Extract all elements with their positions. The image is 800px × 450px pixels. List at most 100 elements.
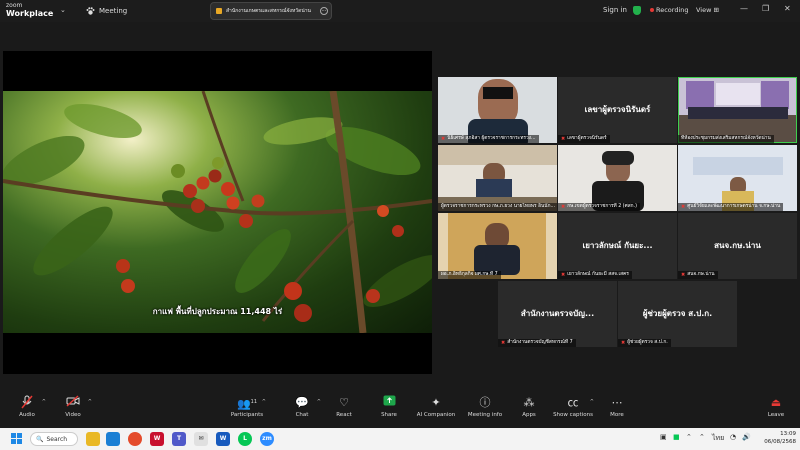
react-button[interactable]: ♡ React — [323, 395, 365, 418]
mic-muted-icon: ✖ — [501, 340, 506, 346]
file-explorer-icon[interactable] — [86, 432, 100, 446]
video-caption: กาแฟ พื้นที่ปลูกประมาณ 11,448 ไร่ — [152, 307, 283, 316]
windows-start-icon[interactable] — [11, 433, 22, 444]
meeting-tab[interactable]: สำนักงานเกษตรและสหกรณ์จังหวัดน่าน ⋯ — [210, 2, 332, 20]
tab-favicon-icon — [216, 8, 222, 14]
recording-dot-icon — [650, 8, 654, 12]
share-button[interactable]: Share — [368, 395, 410, 418]
word-icon[interactable]: W — [216, 432, 230, 446]
ai-companion-button[interactable]: ✦ AI Companion — [412, 395, 460, 418]
participants-button[interactable]: 👥11 Participants ^ — [226, 395, 268, 418]
video-caret-icon[interactable]: ^ — [88, 399, 92, 405]
participant-name-bar: ผู้ตรวจราชการกระทรวง กษ.ภ.ยวง นายไทยพร อ… — [438, 203, 557, 211]
chat-caret-icon[interactable]: ^ — [317, 399, 321, 405]
participants-caret-icon[interactable]: ^ — [262, 399, 266, 405]
apps-button[interactable]: ⁂ Apps — [508, 395, 550, 418]
show-captions-label: Show captions — [553, 412, 593, 418]
security-shield-icon[interactable] — [633, 6, 641, 15]
taskbar-search[interactable]: 🔍 Search — [30, 432, 78, 446]
participant-name-bar: ผอ.ภ.อิทธิกุลกิจ ผศ.กษ.ที่ 7 — [438, 271, 501, 279]
taskbar-clock[interactable]: 13:09 06/08/2568 — [762, 430, 796, 446]
audio-button[interactable]: Audio ^ — [6, 395, 48, 418]
participant-tile[interactable]: เลขาผู้ตรวจนิรันดร์ ✖ เลขาผู้ตรวจนิรันดร์ — [558, 77, 677, 143]
app-menu-chevron-icon[interactable]: ⌄ — [60, 6, 66, 14]
meeting-toolbar: Audio ^ Video ^ 👥11 Participants ^ 💬 Cha… — [0, 392, 800, 428]
tray-chevron-icon[interactable]: ⌃ — [699, 433, 705, 441]
participant-name: เลขาผู้ตรวจนิรันดร์ — [567, 136, 607, 141]
participant-tile[interactable]: สำนักงานตรวจบัญ... ✖ สำนักงานตรวจบัญชีสหก… — [498, 281, 617, 347]
chat-button[interactable]: 💬 Chat ^ — [281, 395, 323, 418]
leave-button[interactable]: ⏏ Leave — [755, 395, 797, 418]
meeting-info-button[interactable]: ⓘ Meeting info — [463, 395, 507, 418]
chrome-icon[interactable] — [128, 432, 142, 446]
participant-name: ผอ.ภ.อิทธิกุลกิจ ผศ.กษ.ที่ 7 — [441, 272, 498, 277]
leave-label: Leave — [767, 412, 785, 418]
participant-tile[interactable]: ผู้ช่วยผู้ตรวจ ส.ป.ก. ✖ ผู้ช่วยผู้ตรวจ ส.… — [618, 281, 737, 347]
participant-name: ผู้ตรวจราชการกระทรวง กษ.ภ.ยวง นายไทยพร อ… — [441, 204, 556, 209]
react-label: React — [336, 412, 352, 418]
participant-tile[interactable]: ผู้ตรวจราชการกระทรวง กษ.ภ.ยวง นายไทยพร อ… — [438, 145, 557, 211]
participant-video — [678, 77, 797, 143]
participant-tile[interactable]: ✖ ศูนย์วิจัยและพัฒนาการเกษตรน่าน จ.กษ.น่า… — [678, 145, 797, 211]
close-icon[interactable]: ✕ — [784, 4, 791, 13]
language-indicator[interactable]: ไทย — [712, 433, 724, 444]
mic-muted-icon: ✖ — [561, 272, 566, 278]
participant-name-bar: ✖ กษ.เขตผู้ตรวจราชการที่ 2 (ศสก.) — [558, 203, 640, 211]
participant-name: นิธิเศรษ์ สุภอิสา ผู้ตรวจราชการกระทรวง..… — [447, 136, 536, 141]
tray-line-icon[interactable]: ■ — [673, 433, 680, 441]
video-label: Video — [65, 412, 81, 418]
teams-icon[interactable]: T — [172, 432, 186, 446]
clock-time: 13:09 — [780, 431, 796, 437]
participant-tile[interactable]: เยาวลักษณ์ กันยะ... ✖ เยาวลักษณ์ กันยะมี … — [558, 213, 677, 279]
meeting-label: Meeting — [99, 7, 128, 15]
participant-tile-active[interactable]: ที่ห้องประชุมกรมส่งเสริมสหกรณ์จังหวัดน่า… — [678, 77, 797, 143]
participant-name-bar: ✖ สำนักงานตรวจบัญชีสหกรณ์ที่ 7 — [498, 339, 576, 347]
participant-name: เยาวลักษณ์ กันยะมี สสจ.เสคร — [567, 272, 629, 277]
participant-tile[interactable]: ✖ นิธิเศรษ์ สุภอิสา ผู้ตรวจราชการกระทรวง.… — [438, 77, 557, 143]
tray-overflow-icon[interactable]: ⌃ — [686, 433, 692, 441]
zoom-taskbar-icon[interactable]: zm — [260, 432, 274, 446]
recording-indicator[interactable]: Recording — [650, 6, 689, 14]
participant-name-bar: ✖ ผู้ช่วยผู้ตรวจ ส.ป.ก. — [618, 339, 671, 347]
video-button[interactable]: Video ^ — [52, 395, 94, 418]
line-icon[interactable]: L — [238, 432, 252, 446]
edge-browser-icon[interactable] — [106, 432, 120, 446]
tab-more-icon[interactable]: ⋯ — [320, 7, 328, 15]
view-button[interactable]: View ⊞ — [696, 6, 719, 14]
title-bar: zoom Workplace ⌄ Meeting สำนักงานเกษตรแล… — [0, 0, 800, 22]
participant-video — [438, 77, 557, 143]
volume-icon[interactable]: 🔊 — [742, 433, 751, 441]
participant-name: สำนักงานตรวจบัญชีสหกรณ์ที่ 7 — [507, 340, 573, 345]
participant-name: ศูนย์วิจัยและพัฒนาการเกษตรน่าน จ.กษ.น่าน — [687, 204, 781, 209]
chat-label: Chat — [295, 412, 309, 418]
audio-caret-icon[interactable]: ^ — [42, 399, 46, 405]
wifi-icon[interactable]: ◔ — [730, 433, 736, 441]
meeting-menu[interactable]: Meeting — [86, 7, 127, 15]
participant-tile[interactable]: สนจ.กษ.น่าน ✖ สนจ.กษ.น่าน — [678, 213, 797, 279]
sign-in-button[interactable]: Sign in — [603, 6, 627, 14]
minimize-icon[interactable]: — — [740, 4, 748, 13]
mail-icon[interactable]: ✉ — [194, 432, 208, 446]
share-label: Share — [381, 412, 397, 418]
paw-icon — [86, 7, 95, 15]
heart-icon: ♡ — [339, 396, 349, 409]
show-captions-button[interactable]: ㏄ Show captions ^ — [550, 395, 596, 418]
captions-caret-icon[interactable]: ^ — [590, 399, 594, 405]
shared-video-stage[interactable]: กาแฟ พื้นที่ปลูกประมาณ 11,448 ไร่ — [3, 51, 432, 374]
search-label: Search — [46, 435, 68, 443]
participant-tile[interactable]: ผอ.ภ.อิทธิกุลกิจ ผศ.กษ.ที่ 7 — [438, 213, 557, 279]
more-icon: ⋯ — [611, 396, 623, 409]
clock-date: 06/08/2568 — [764, 439, 796, 445]
logo-bottom-text: Workplace — [6, 9, 54, 18]
tray-app-icon[interactable]: ▣ — [660, 433, 667, 441]
participant-grid: ✖ นิธิเศรษ์ สุภอิสา ผู้ตรวจราชการกระทรวง.… — [438, 77, 800, 347]
participant-name: ที่ห้องประชุมกรมส่งเสริมสหกรณ์จังหวัดน่า… — [681, 136, 771, 141]
mic-muted-icon: ✖ — [681, 272, 686, 278]
tab-title: สำนักงานเกษตรและสหกรณ์จังหวัดน่าน — [226, 8, 311, 14]
wps-office-icon[interactable]: W — [150, 432, 164, 446]
more-button[interactable]: ⋯ More — [596, 395, 638, 418]
participant-tile[interactable]: ✖ กษ.เขตผู้ตรวจราชการที่ 2 (ศสก.) — [558, 145, 677, 211]
participants-label: Participants — [230, 412, 264, 418]
audio-label: Audio — [19, 412, 35, 418]
maximize-icon[interactable]: ❐ — [762, 4, 769, 13]
